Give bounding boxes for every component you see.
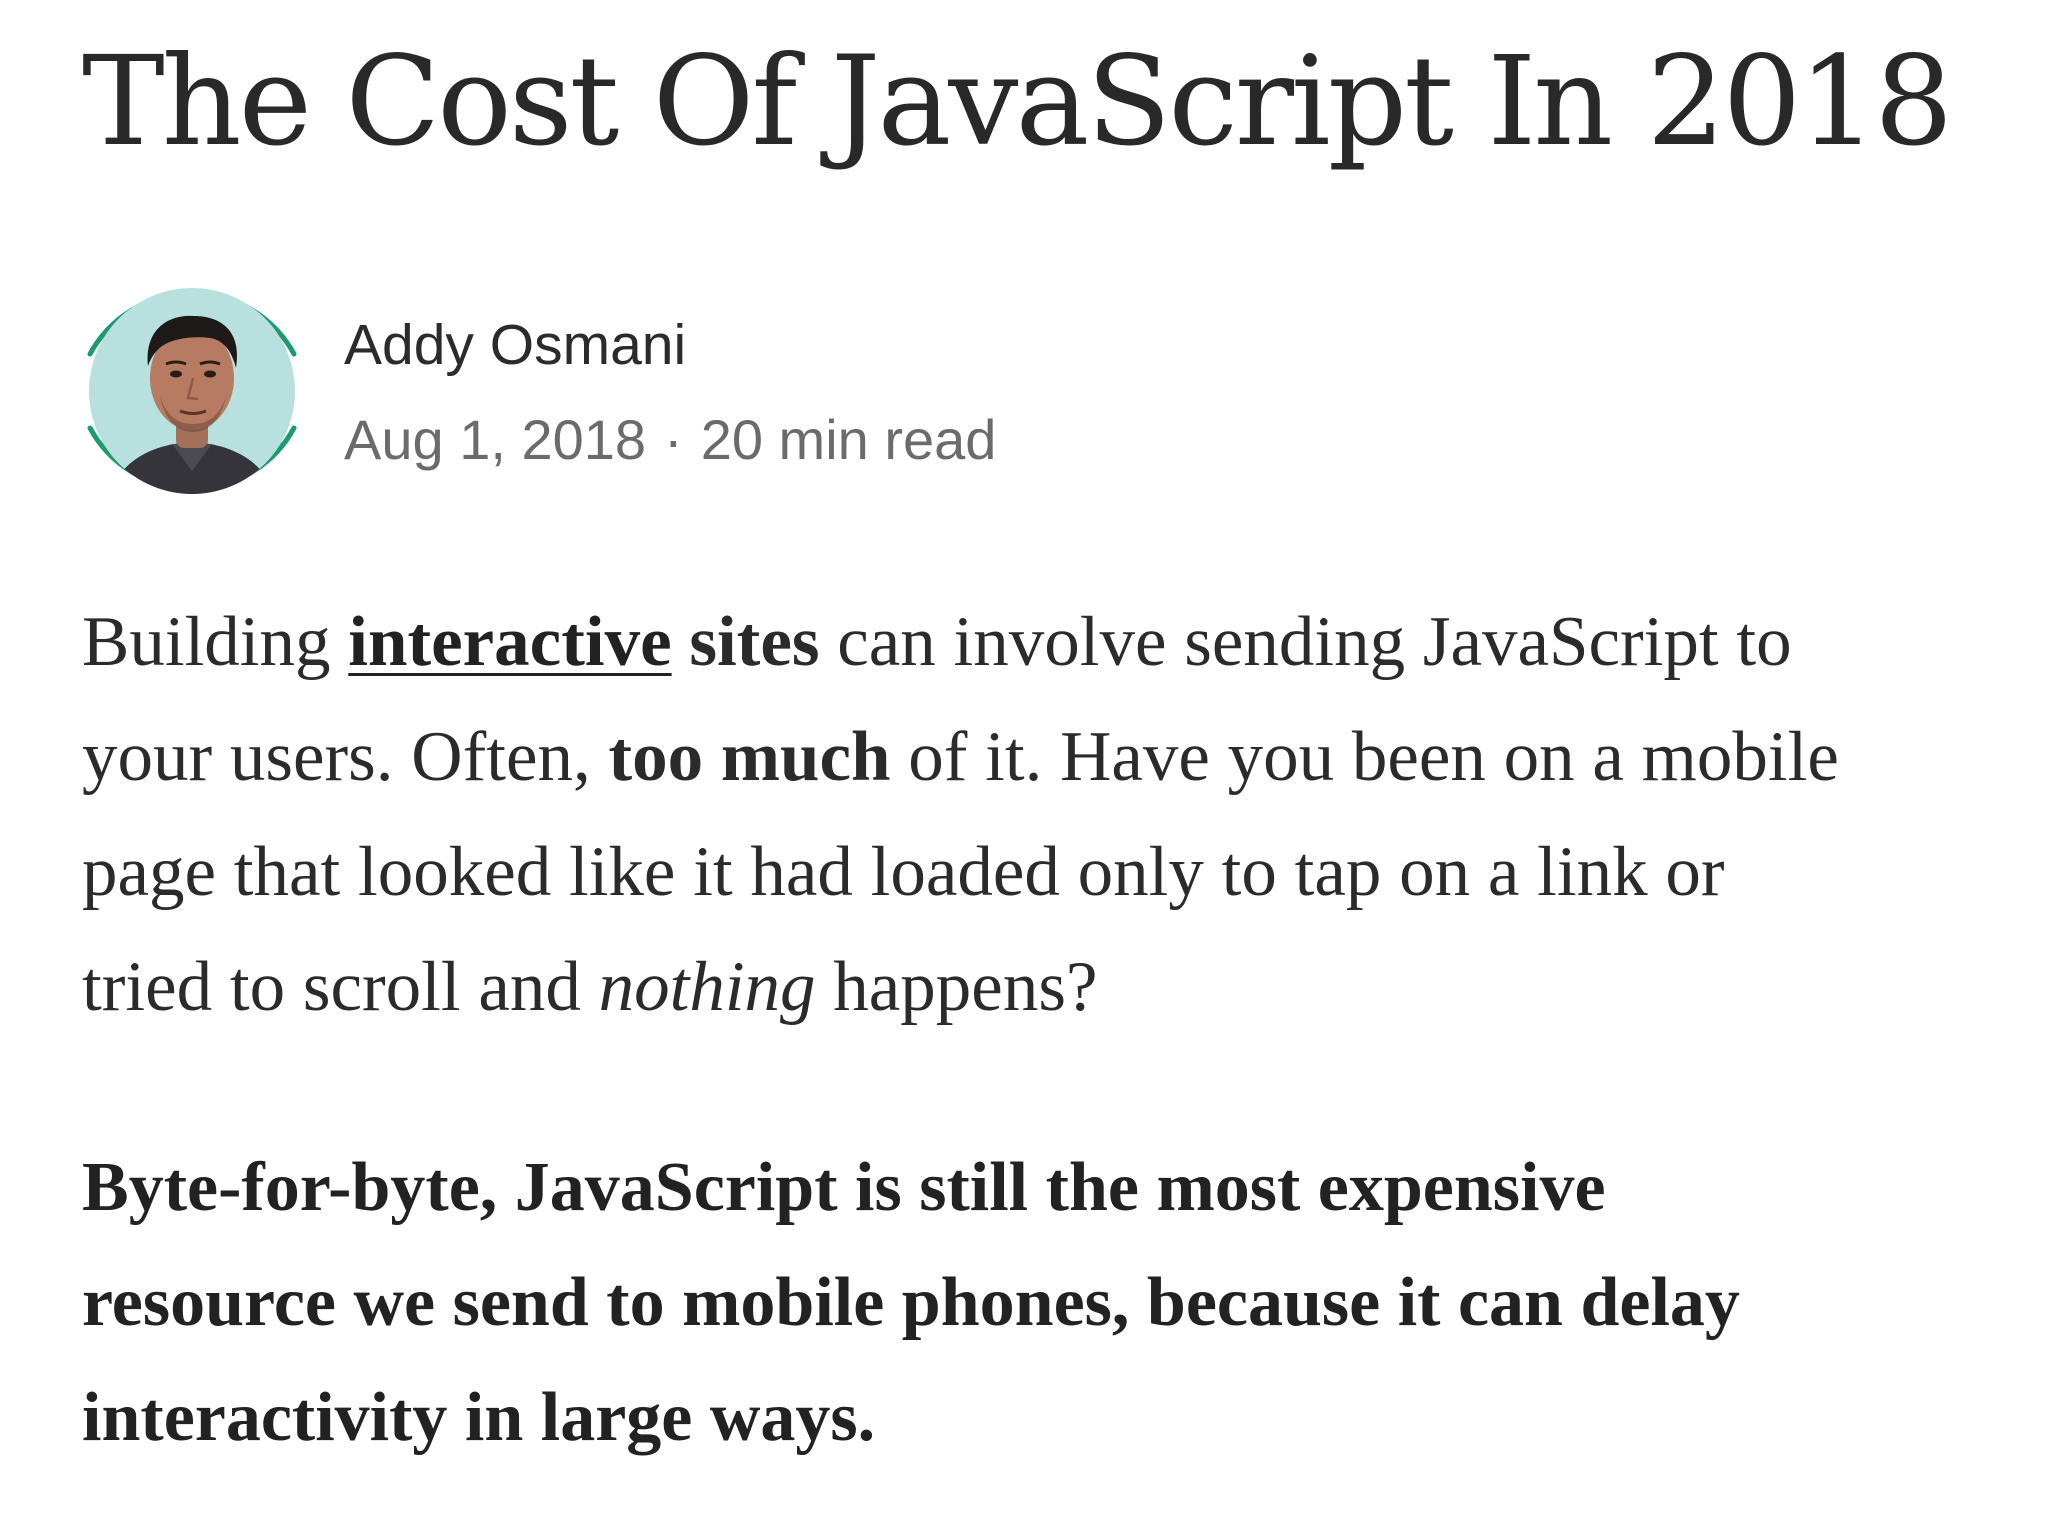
highlight-line-2: resource we send to mobile phones, becau… xyxy=(82,1264,1740,1341)
intro-paragraph: Building interactive sites can involve s… xyxy=(82,585,1982,1045)
text-segment: your users. Often, xyxy=(82,718,609,796)
article-title: The Cost Of JavaScript In 2018 xyxy=(82,30,1953,174)
intro-line-4: tried to scroll and nothing happens? xyxy=(82,930,1982,1045)
highlight-line-1: Byte-for-byte, JavaScript is still the m… xyxy=(82,1149,1606,1226)
highlight-paragraph: Byte-for-byte, JavaScript is still the m… xyxy=(82,1130,1982,1475)
highlight-line-3: interactivity in large ways. xyxy=(82,1379,876,1456)
bold-text: sites xyxy=(689,603,820,681)
intro-line-1: Building interactive sites can involve s… xyxy=(82,585,1982,700)
intro-line-2: your users. Often, too much of it. Have … xyxy=(82,700,1982,815)
text-segment: happens? xyxy=(815,948,1098,1026)
author-avatar[interactable] xyxy=(82,266,302,516)
byline xyxy=(82,266,1282,516)
text-segment: tried to scroll and xyxy=(82,948,599,1026)
text-segment xyxy=(672,603,690,681)
intro-line-3: page that looked like it had loaded only… xyxy=(82,833,1725,911)
publish-date: Aug 1, 2018 xyxy=(344,408,647,471)
interactive-link[interactable]: interactive xyxy=(348,603,671,681)
text-segment: Building xyxy=(82,603,349,681)
read-time: 20 min read xyxy=(700,408,997,471)
meta-separator: · xyxy=(664,408,683,471)
author-name-link[interactable]: Addy Osmani xyxy=(344,312,686,378)
text-segment: can involve sending JavaScript to xyxy=(819,603,1792,681)
bold-text: too much xyxy=(608,718,891,796)
text-segment: of it. Have you been on a mobile xyxy=(890,718,1839,796)
post-meta: Aug 1, 2018 · 20 min read xyxy=(344,407,996,472)
italic-text: nothing xyxy=(598,948,816,1026)
